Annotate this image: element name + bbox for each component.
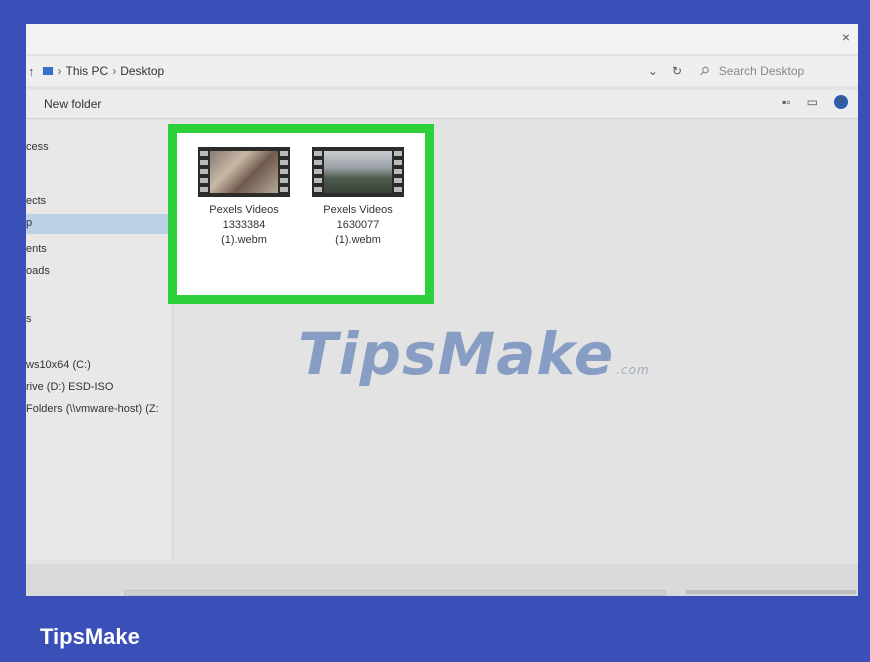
help-icon[interactable]: ? bbox=[834, 95, 848, 109]
file-explorer-window: × ↑ › This PC › Desktop ⌄ ↻ ⚲ Search Des… bbox=[26, 24, 858, 596]
file-name-line: (1).webm bbox=[335, 234, 381, 246]
sidebar-item-desktop[interactable]: p bbox=[26, 214, 172, 234]
file-name-line: Pexels Videos bbox=[323, 204, 393, 216]
sidebar-item-documents[interactable]: ents bbox=[26, 240, 172, 258]
status-bar-segment bbox=[686, 590, 856, 594]
file-item[interactable]: Pexels Videos 1333384 (1).webm bbox=[191, 147, 297, 248]
film-strip-icon bbox=[394, 151, 402, 193]
highlight-box: Pexels Videos 1333384 (1).webm Pexels Vi… bbox=[168, 124, 434, 304]
search-icon: ⚲ bbox=[696, 62, 713, 80]
sidebar-item-3d-objects[interactable]: ects bbox=[26, 192, 172, 210]
sidebar-item-label: rive (D:) ESD-ISO bbox=[26, 381, 114, 393]
sidebar-item-label: Folders (\\vmware-host) (Z: bbox=[26, 403, 159, 415]
address-bar[interactable]: ↑ › This PC › Desktop ⌄ ↻ ⚲ Search Deskt… bbox=[26, 56, 858, 86]
sidebar-item-drive-c[interactable]: ws10x64 (C:) bbox=[26, 356, 172, 374]
film-strip-icon bbox=[200, 151, 208, 193]
folder-icon bbox=[42, 67, 53, 75]
breadcrumb-separator: › bbox=[57, 64, 62, 78]
sidebar-item-shared-folders[interactable]: Folders (\\vmware-host) (Z: bbox=[26, 400, 172, 418]
breadcrumb-separator: › bbox=[112, 64, 117, 78]
file-item[interactable]: Pexels Videos 1630077 (1).webm bbox=[305, 147, 411, 248]
title-bar: × bbox=[26, 24, 858, 54]
video-thumbnail-icon bbox=[198, 147, 290, 197]
sidebar-item-quick-access[interactable]: cess bbox=[26, 138, 172, 156]
horizontal-scrollbar[interactable] bbox=[124, 590, 666, 596]
video-preview-image bbox=[324, 151, 392, 193]
sidebar-item-label: p bbox=[26, 217, 33, 229]
sidebar-item-label: cess bbox=[26, 141, 49, 153]
film-strip-icon bbox=[314, 151, 322, 193]
sidebar-item-label: ents bbox=[26, 243, 47, 255]
refresh-icon[interactable]: ↻ bbox=[672, 64, 682, 78]
file-name-line: Pexels Videos bbox=[209, 204, 279, 216]
sidebar-item-label: ects bbox=[26, 195, 47, 207]
view-options-icon[interactable]: ▪▫ bbox=[782, 95, 791, 109]
sidebar-item-label: ws10x64 (C:) bbox=[26, 359, 91, 371]
breadcrumb-desktop[interactable]: Desktop bbox=[120, 64, 164, 78]
sidebar-item-label: s bbox=[26, 313, 32, 325]
file-name-line: 1630077 bbox=[336, 219, 380, 231]
watermark-logo: TipsMake .com bbox=[298, 320, 650, 388]
watermark-suffix: .com bbox=[616, 363, 650, 377]
status-bar bbox=[26, 564, 858, 596]
chevron-down-icon[interactable]: ⌄ bbox=[648, 64, 658, 78]
sidebar-item-downloads[interactable]: oads bbox=[26, 262, 172, 280]
film-strip-icon bbox=[280, 151, 288, 193]
brand-logo-text: TipsMake bbox=[40, 624, 140, 649]
watermark-text: TipsMake bbox=[298, 320, 615, 388]
sidebar-item-drive-d[interactable]: rive (D:) ESD-ISO bbox=[26, 378, 172, 396]
video-preview-image bbox=[210, 151, 278, 193]
close-icon[interactable]: × bbox=[842, 29, 850, 45]
address-controls: ⌄ ↻ ⚲ Search Desktop bbox=[648, 56, 850, 86]
search-placeholder: Search Desktop bbox=[718, 64, 805, 78]
file-name-line: 1333384 bbox=[222, 219, 266, 231]
breadcrumb-this-pc[interactable]: This PC bbox=[66, 64, 109, 78]
up-arrow-icon[interactable]: ↑ bbox=[28, 64, 35, 79]
file-name-line: (1).webm bbox=[221, 234, 267, 246]
video-thumbnail-icon bbox=[312, 147, 404, 197]
view-controls: ▪▫ ▭ ? bbox=[766, 95, 848, 109]
sidebar-item-label: oads bbox=[26, 265, 50, 277]
search-input[interactable]: ⚲ Search Desktop bbox=[696, 62, 850, 80]
preview-pane-icon[interactable]: ▭ bbox=[807, 95, 818, 109]
toolbar: New folder ▪▫ ▭ ? bbox=[26, 90, 858, 119]
new-folder-button[interactable]: New folder bbox=[44, 97, 101, 111]
highlight-inner: Pexels Videos 1333384 (1).webm Pexels Vi… bbox=[177, 133, 425, 295]
navigation-pane: cess ects p ents oads s ws10x64 (C:) riv… bbox=[26, 120, 173, 560]
sidebar-item-videos[interactable]: s bbox=[26, 310, 172, 328]
